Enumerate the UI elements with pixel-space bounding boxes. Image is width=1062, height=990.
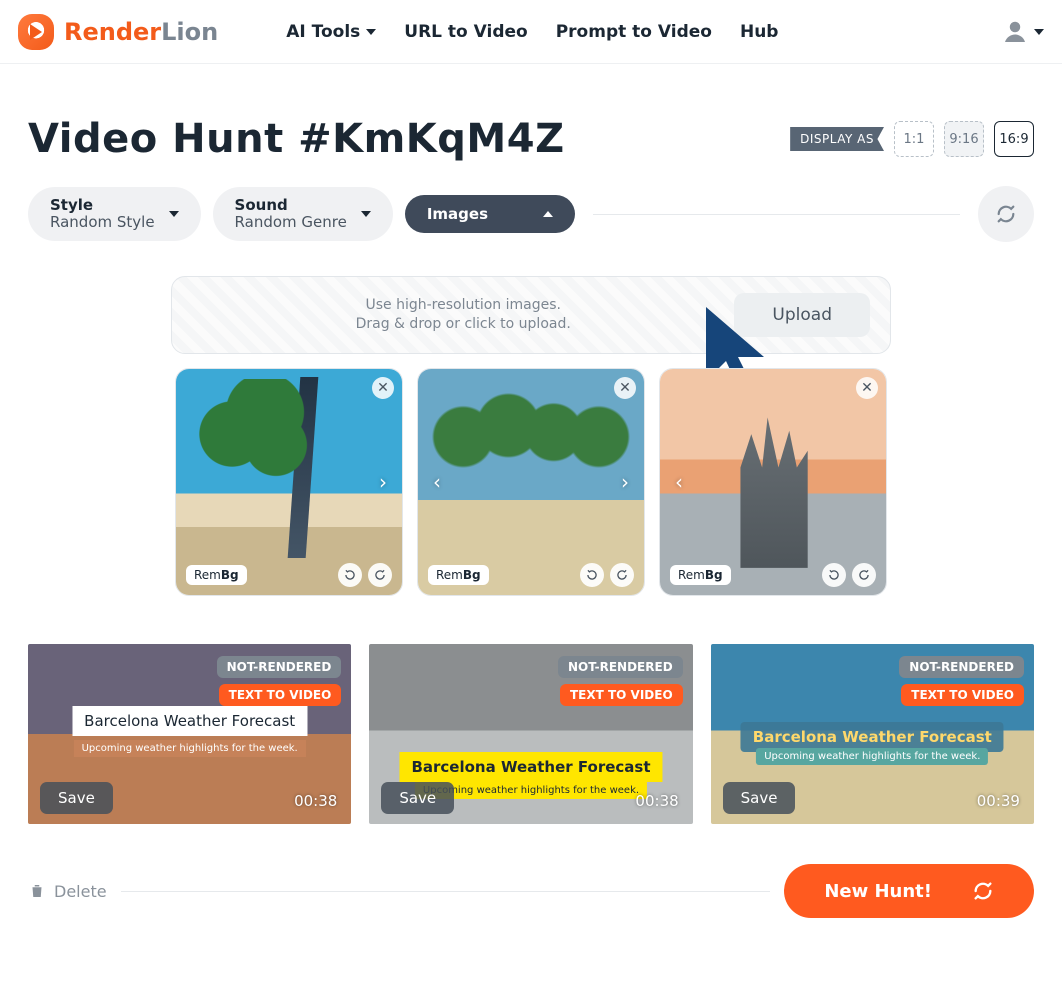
status-badge: NOT-RENDERED — [899, 656, 1024, 678]
rotate-left-icon — [343, 568, 357, 582]
duration-label: 00:39 — [977, 792, 1020, 810]
brand-word-2: Lion — [161, 18, 218, 46]
style-value: Random Style — [50, 214, 155, 231]
save-button[interactable]: Save — [723, 782, 796, 814]
rotate-left-icon — [827, 568, 841, 582]
type-badge: TEXT TO VIDEO — [219, 684, 342, 706]
ratio-16-9[interactable]: 16:9 — [994, 121, 1034, 157]
chevron-down-icon — [1034, 29, 1044, 35]
rotate-right-button[interactable] — [852, 563, 876, 587]
card-title: Barcelona Weather Forecast — [399, 752, 662, 782]
brand-mark-icon — [18, 14, 54, 50]
prev-image-button[interactable]: ‹ — [424, 469, 450, 495]
upload-dropzone[interactable]: Use high-resolution images. Drag & drop … — [171, 276, 891, 354]
brand-word-1: Render — [64, 18, 161, 46]
rotate-right-button[interactable] — [610, 563, 634, 587]
nav-ai-tools[interactable]: AI Tools — [286, 22, 376, 42]
nav-url-to-video[interactable]: URL to Video — [404, 22, 527, 42]
divider — [593, 214, 960, 215]
images-label: Images — [427, 205, 488, 223]
rotate-right-icon — [373, 568, 387, 582]
next-image-button[interactable]: › — [612, 469, 638, 495]
account-menu[interactable] — [1000, 17, 1044, 47]
new-hunt-button[interactable]: New Hunt! — [784, 864, 1034, 918]
card-subtitle: Upcoming weather highlights for the week… — [756, 748, 988, 765]
remove-image-button[interactable]: ✕ — [372, 377, 394, 399]
rotate-left-button[interactable] — [822, 563, 846, 587]
divider — [121, 891, 771, 892]
chevron-down-icon — [169, 211, 179, 217]
remove-image-button[interactable]: ✕ — [614, 377, 636, 399]
refresh-icon — [995, 203, 1017, 225]
remove-bg-button[interactable]: RemBg — [428, 565, 489, 585]
save-button[interactable]: Save — [40, 782, 113, 814]
rotate-left-button[interactable] — [338, 563, 362, 587]
chevron-down-icon — [361, 211, 371, 217]
page-title: Video Hunt #KmKqM4Z — [28, 116, 565, 162]
chevron-down-icon — [366, 29, 376, 35]
ratio-9-16[interactable]: 9:16 — [944, 121, 984, 157]
upload-instructions: Use high-resolution images. Drag & drop … — [192, 296, 734, 334]
result-card[interactable]: NOT-RENDERED TEXT TO VIDEO Barcelona Wea… — [711, 644, 1034, 824]
rotate-left-icon — [585, 568, 599, 582]
image-thumb[interactable]: ✕ ‹ › RemBg — [417, 368, 645, 596]
next-image-button[interactable]: › — [370, 469, 396, 495]
upload-button[interactable]: Upload — [734, 293, 870, 337]
card-subtitle: Upcoming weather highlights for the week… — [74, 740, 306, 757]
nav-prompt-to-video[interactable]: Prompt to Video — [556, 22, 712, 42]
trash-icon — [28, 882, 46, 900]
footer-actions: Delete New Hunt! — [28, 864, 1034, 918]
sound-dropdown[interactable]: Sound Random Genre — [213, 187, 393, 242]
sound-label: Sound — [235, 197, 347, 214]
duration-label: 00:38 — [294, 792, 337, 810]
display-as-group: DISPLAY AS 1:1 9:16 16:9 — [790, 121, 1034, 157]
remove-bg-button[interactable]: RemBg — [186, 565, 247, 585]
remove-image-button[interactable]: ✕ — [856, 377, 878, 399]
image-thumbs: ✕ › RemBg ✕ ‹ › RemBg — [28, 368, 1034, 596]
type-badge: TEXT TO VIDEO — [560, 684, 683, 706]
rotate-left-button[interactable] — [580, 563, 604, 587]
card-title: Barcelona Weather Forecast — [72, 706, 307, 736]
chevron-up-icon — [543, 211, 553, 217]
style-label: Style — [50, 197, 155, 214]
brand-logo[interactable]: RenderLion — [18, 14, 218, 50]
results-row: NOT-RENDERED TEXT TO VIDEO Barcelona Wea… — [28, 644, 1034, 824]
control-bar: Style Random Style Sound Random Genre Im… — [28, 186, 1034, 242]
rotate-right-icon — [857, 568, 871, 582]
nav-hub[interactable]: Hub — [740, 22, 779, 42]
rotate-right-button[interactable] — [368, 563, 392, 587]
result-card[interactable]: NOT-RENDERED TEXT TO VIDEO Barcelona Wea… — [369, 644, 692, 824]
sound-value: Random Genre — [235, 214, 347, 231]
ratio-1-1[interactable]: 1:1 — [894, 121, 934, 157]
status-badge: NOT-RENDERED — [558, 656, 683, 678]
prev-image-button[interactable]: ‹ — [666, 469, 692, 495]
delete-button[interactable]: Delete — [28, 882, 107, 901]
images-dropdown[interactable]: Images — [405, 195, 575, 233]
image-thumb[interactable]: ✕ ‹ RemBg — [659, 368, 887, 596]
image-thumb[interactable]: ✕ › RemBg — [175, 368, 403, 596]
refresh-icon — [972, 880, 994, 902]
status-badge: NOT-RENDERED — [217, 656, 342, 678]
style-dropdown[interactable]: Style Random Style — [28, 187, 201, 242]
nav-ai-tools-label: AI Tools — [286, 22, 360, 42]
refresh-button[interactable] — [978, 186, 1034, 242]
primary-nav: AI Tools URL to Video Prompt to Video Hu… — [286, 22, 778, 42]
result-card[interactable]: NOT-RENDERED TEXT TO VIDEO Barcelona Wea… — [28, 644, 351, 824]
person-icon — [1000, 17, 1030, 47]
save-button[interactable]: Save — [381, 782, 454, 814]
display-as-label: DISPLAY AS — [790, 127, 884, 151]
rotate-right-icon — [615, 568, 629, 582]
top-nav: RenderLion AI Tools URL to Video Prompt … — [0, 0, 1062, 64]
duration-label: 00:38 — [635, 792, 678, 810]
remove-bg-button[interactable]: RemBg — [670, 565, 731, 585]
type-badge: TEXT TO VIDEO — [901, 684, 1024, 706]
